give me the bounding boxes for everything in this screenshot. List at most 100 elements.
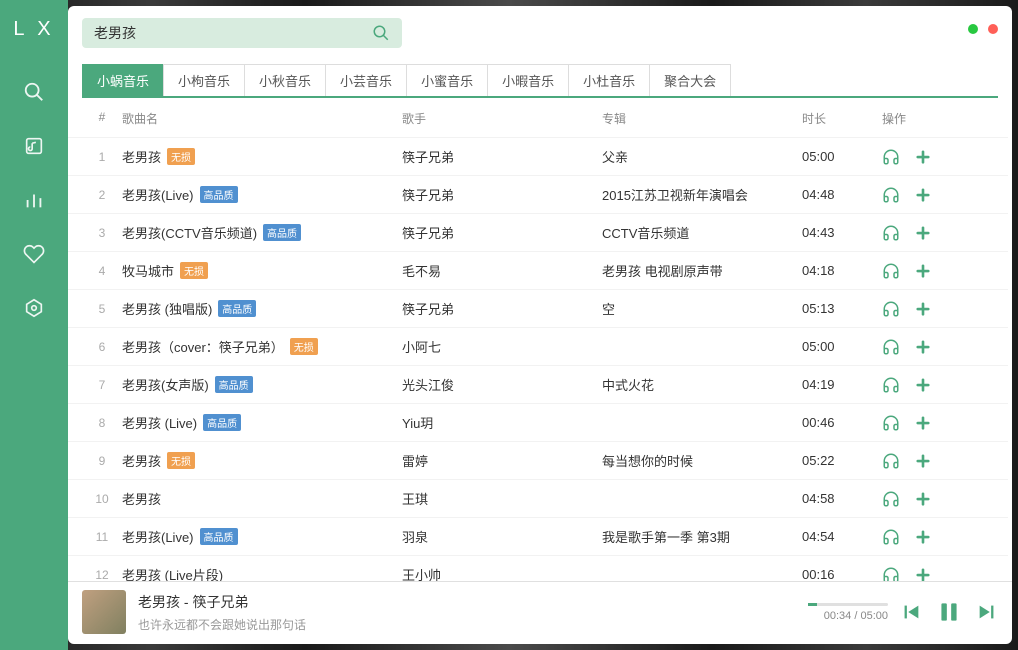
play-action[interactable] (882, 452, 900, 470)
headphones-icon (882, 414, 900, 432)
tab-source[interactable]: 小蜜音乐 (406, 64, 488, 96)
table-row[interactable]: 8老男孩 (Live)高品质Yiu玥00:46 (68, 403, 1008, 441)
artist-name: 筷子兄弟 (402, 147, 602, 166)
add-action[interactable] (914, 528, 932, 546)
add-action[interactable] (914, 224, 932, 242)
prev-button[interactable] (900, 601, 922, 623)
result-rows[interactable]: 1老男孩无损筷子兄弟父亲05:002老男孩(Live)高品质筷子兄弟2015江苏… (68, 137, 1008, 581)
heart-icon (23, 243, 45, 265)
player-info: 老男孩 - 筷子兄弟 也许永远都不会跟她说出那句话 (138, 592, 796, 633)
album-art[interactable] (82, 590, 126, 634)
nav-charts[interactable] (21, 187, 47, 213)
tab-source[interactable]: 小秋音乐 (244, 64, 326, 96)
play-action[interactable] (882, 566, 900, 582)
song-name: 老男孩 (122, 147, 161, 166)
table-row[interactable]: 5老男孩 (独唱版)高品质筷子兄弟空05:13 (68, 289, 1008, 327)
play-action[interactable] (882, 528, 900, 546)
add-action[interactable] (914, 300, 932, 318)
tab-source[interactable]: 小蜗音乐 (82, 64, 164, 96)
add-action[interactable] (914, 452, 932, 470)
song-name: 老男孩(Live) (122, 185, 194, 204)
add-action[interactable] (914, 376, 932, 394)
tab-source[interactable]: 小暇音乐 (487, 64, 569, 96)
player-controls (900, 599, 998, 625)
add-action[interactable] (914, 490, 932, 508)
progress-bar[interactable] (808, 603, 888, 606)
play-action[interactable] (882, 300, 900, 318)
plus-icon (914, 224, 932, 242)
table-row[interactable]: 1老男孩无损筷子兄弟父亲05:00 (68, 137, 1008, 175)
table-row[interactable]: 12老男孩 (Live片段)王小帅00:16 (68, 555, 1008, 581)
song-name: 老男孩(CCTV音乐频道) (122, 223, 257, 242)
table-row[interactable]: 2老男孩(Live)高品质筷子兄弟2015江苏卫视新年演唱会04:48 (68, 175, 1008, 213)
search-icon (372, 24, 390, 42)
settings-icon (23, 297, 45, 319)
next-button[interactable] (976, 601, 998, 623)
duration: 00:16 (802, 567, 882, 581)
plus-icon (914, 490, 932, 508)
artist-name: 毛不易 (402, 261, 602, 280)
play-action[interactable] (882, 148, 900, 166)
row-index: 11 (82, 530, 122, 544)
search-input[interactable] (94, 25, 372, 41)
quality-badge-hq: 高品质 (263, 224, 301, 241)
plus-icon (914, 300, 932, 318)
play-action[interactable] (882, 490, 900, 508)
quality-badge-hq: 高品质 (200, 186, 238, 203)
nav-settings[interactable] (21, 295, 47, 321)
add-action[interactable] (914, 414, 932, 432)
add-action[interactable] (914, 338, 932, 356)
play-action[interactable] (882, 338, 900, 356)
headphones-icon (882, 300, 900, 318)
table-row[interactable]: 4牧马城市无损毛不易老男孩 电视剧原声带04:18 (68, 251, 1008, 289)
headphones-icon (882, 376, 900, 394)
add-action[interactable] (914, 186, 932, 204)
artist-name: 小阿七 (402, 337, 602, 356)
player-title: 老男孩 - 筷子兄弟 (138, 592, 796, 612)
headphones-icon (882, 224, 900, 242)
table-row[interactable]: 10老男孩王琪04:58 (68, 479, 1008, 517)
duration: 04:48 (802, 187, 882, 202)
plus-icon (914, 186, 932, 204)
plus-icon (914, 566, 932, 582)
play-action[interactable] (882, 376, 900, 394)
plus-icon (914, 376, 932, 394)
row-index: 3 (82, 226, 122, 240)
nav-library[interactable] (21, 133, 47, 159)
skip-back-icon (900, 601, 922, 623)
player-lyric: 也许永远都不会跟她说出那句话 (138, 616, 796, 633)
nav-favorites[interactable] (21, 241, 47, 267)
nav-search[interactable] (21, 79, 47, 105)
tab-source[interactable]: 小芸音乐 (325, 64, 407, 96)
headphones-icon (882, 338, 900, 356)
tab-source[interactable]: 小杜音乐 (568, 64, 650, 96)
table-row[interactable]: 3老男孩(CCTV音乐频道)高品质筷子兄弟CCTV音乐频道04:43 (68, 213, 1008, 251)
artist-name: 王琪 (402, 489, 602, 508)
table-row[interactable]: 6老男孩（cover：筷子兄弟）无损小阿七05:00 (68, 327, 1008, 365)
row-index: 12 (82, 568, 122, 582)
play-pause-button[interactable] (936, 599, 962, 625)
song-name: 老男孩 (122, 451, 161, 470)
table-row[interactable]: 11老男孩(Live)高品质羽泉我是歌手第一季 第3期04:54 (68, 517, 1008, 555)
play-action[interactable] (882, 414, 900, 432)
add-action[interactable] (914, 148, 932, 166)
duration: 05:13 (802, 301, 882, 316)
album-name: 空 (602, 299, 802, 318)
row-index: 10 (82, 492, 122, 506)
play-action[interactable] (882, 262, 900, 280)
artist-name: 筷子兄弟 (402, 185, 602, 204)
play-action[interactable] (882, 186, 900, 204)
play-action[interactable] (882, 224, 900, 242)
add-action[interactable] (914, 262, 932, 280)
minimize-button[interactable] (968, 24, 978, 34)
close-button[interactable] (988, 24, 998, 34)
player-bar: 老男孩 - 筷子兄弟 也许永远都不会跟她说出那句话 00:34 / 05:00 (68, 581, 1012, 644)
table-row[interactable]: 7老男孩(女声版)高品质光头江俊中式火花04:19 (68, 365, 1008, 403)
table-row[interactable]: 9老男孩无损雷婷每当想你的时候05:22 (68, 441, 1008, 479)
search-button[interactable] (372, 24, 390, 42)
album-name: CCTV音乐频道 (602, 223, 802, 242)
tab-source[interactable]: 聚合大会 (649, 64, 731, 96)
col-header-duration: 时长 (802, 110, 882, 127)
tab-source[interactable]: 小枸音乐 (163, 64, 245, 96)
add-action[interactable] (914, 566, 932, 582)
